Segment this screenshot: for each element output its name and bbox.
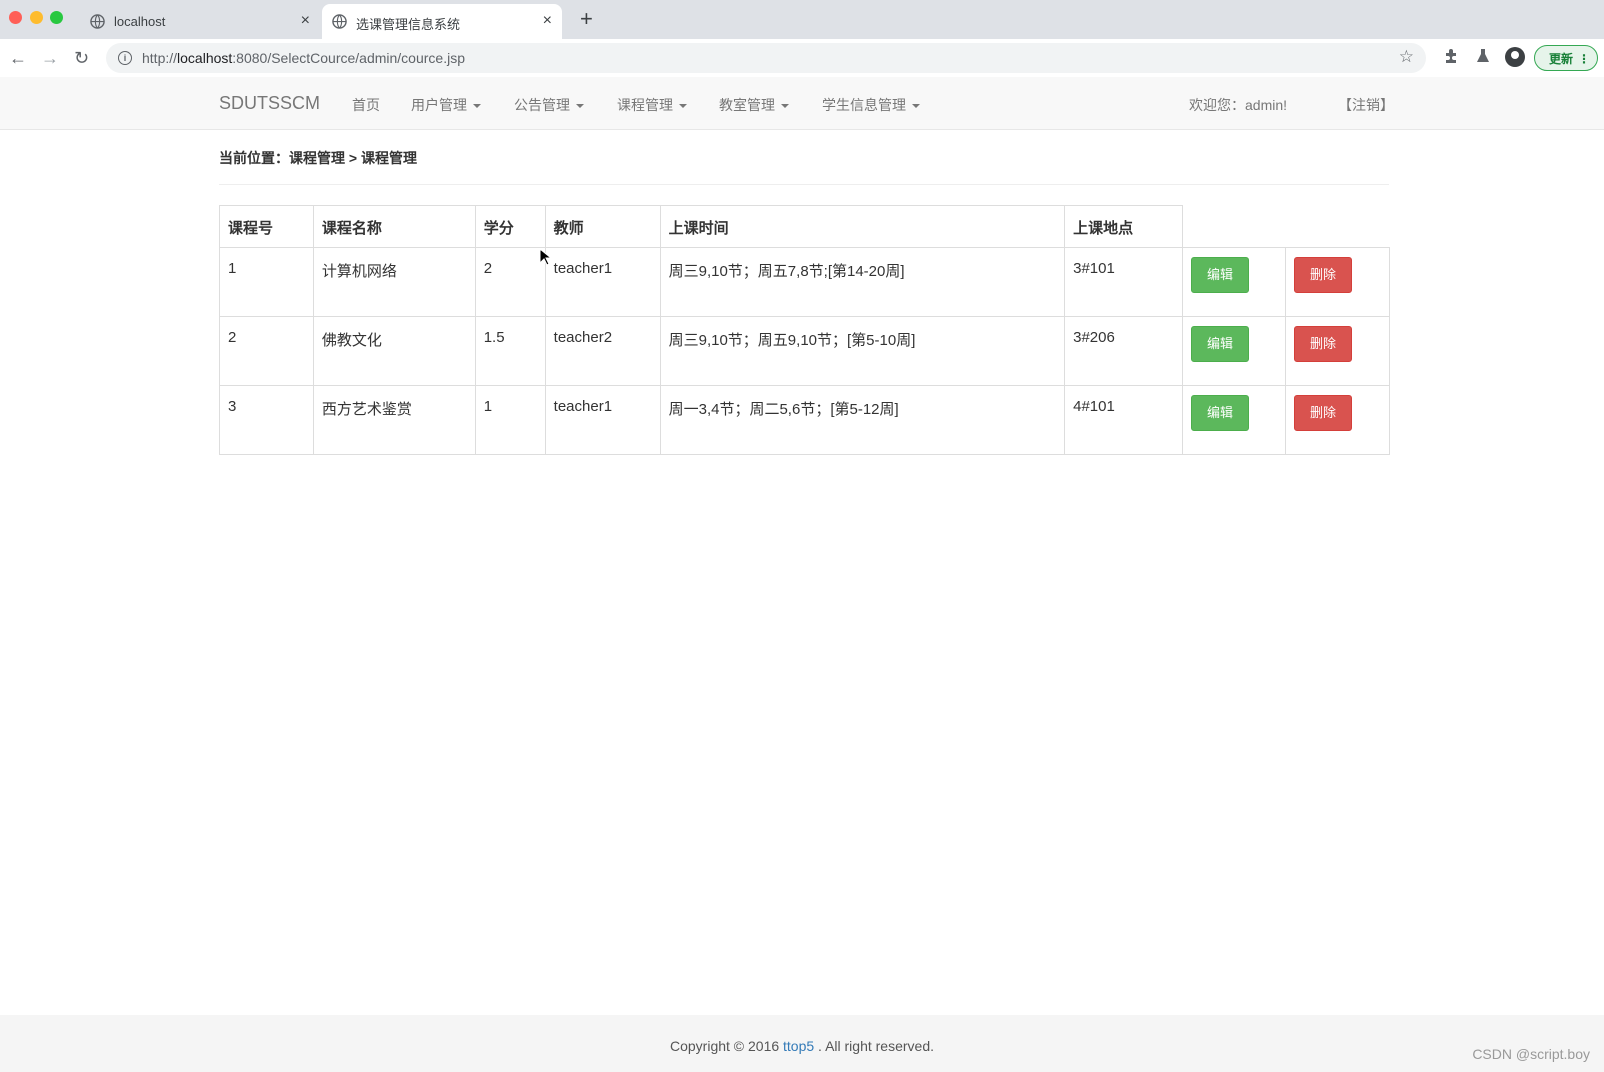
new-tab-icon[interactable]: + (580, 7, 593, 31)
nav-student-management[interactable]: 学生信息管理 (822, 95, 920, 115)
browser-tabstrip: localhost × 选课管理信息系统 × + (0, 0, 1604, 39)
cell-credit: 1.5 (474, 316, 546, 386)
caret-down-icon (576, 104, 584, 109)
cell-time: 周三9,10节；周五9,10节；[第5-10周] (659, 316, 1066, 386)
col-credit: 学分 (474, 205, 546, 248)
table-header-row: 课程号 课程名称 学分 教师 上课时间 上课地点 (219, 205, 1390, 248)
col-course-id: 课程号 (219, 205, 314, 248)
close-tab-icon[interactable]: × (543, 11, 552, 31)
close-tab-icon[interactable]: × (301, 11, 310, 31)
tab-title: 选课管理信息系统 (356, 17, 461, 32)
cell-course-id: 2 (219, 316, 314, 386)
col-course-name: 课程名称 (312, 205, 476, 248)
cell-time: 周三9,10节；周五7,8节;[第14-20周] (659, 247, 1066, 317)
nav-course-management[interactable]: 课程管理 (617, 95, 687, 115)
cell-course-name: 计算机网络 (312, 247, 476, 317)
cell-place: 3#206 (1064, 316, 1184, 386)
mouse-cursor-icon (539, 248, 551, 266)
cell-edit: 编辑 (1182, 247, 1286, 317)
col-edit (1182, 205, 1286, 248)
bookmark-star-icon[interactable]: ☆ (1399, 47, 1414, 67)
cell-course-id: 3 (219, 385, 314, 455)
nav-home[interactable]: 首页 (352, 95, 380, 115)
author-link[interactable]: ttop5 (783, 1038, 814, 1054)
cell-teacher: teacher1 (544, 247, 661, 317)
labs-flask-icon[interactable] (1476, 48, 1490, 64)
close-window-icon[interactable] (9, 11, 22, 24)
cell-delete: 删除 (1284, 385, 1391, 455)
cell-course-name: 西方艺术鉴赏 (312, 385, 476, 455)
cell-course-name: 佛教文化 (312, 316, 476, 386)
watermark-text: CSDN @script.boy (1472, 1046, 1590, 1062)
edit-button[interactable]: 编辑 (1191, 395, 1250, 431)
minimize-window-icon[interactable] (30, 11, 43, 24)
caret-down-icon (912, 104, 920, 109)
forward-arrow-icon[interactable]: → (41, 46, 59, 70)
cell-course-id: 1 (219, 247, 314, 317)
update-button[interactable]: 更新 ⋮ (1534, 45, 1598, 71)
url-text[interactable]: http://localhost:8080/SelectCource/admin… (142, 50, 465, 66)
delete-button[interactable]: 删除 (1293, 326, 1352, 362)
delete-button[interactable]: 删除 (1293, 257, 1352, 293)
browser-toolbar: ← → ↻ i http://localhost:8080/SelectCour… (0, 39, 1604, 78)
divider (219, 184, 1389, 185)
cell-credit: 2 (474, 247, 546, 317)
nav-notice-management[interactable]: 公告管理 (514, 95, 584, 115)
cell-time: 周一3,4节；周二5,6节；[第5-12周] (659, 385, 1066, 455)
globe-icon (332, 14, 347, 29)
browser-tab-localhost[interactable]: localhost × (80, 4, 320, 39)
cell-edit: 编辑 (1182, 385, 1286, 455)
site-navbar: SDUTSSCM 首页 用户管理 公告管理 课程管理 教室管理 学生信息管理 欢… (0, 77, 1604, 130)
more-vert-icon[interactable]: ⋮ (1578, 46, 1590, 72)
cell-edit: 编辑 (1182, 316, 1286, 386)
tab-title: localhost (114, 14, 166, 29)
site-info-icon[interactable]: i (118, 51, 132, 65)
address-bar[interactable]: i http://localhost:8080/SelectCource/adm… (106, 43, 1426, 73)
reload-icon[interactable]: ↻ (74, 46, 89, 70)
maximize-window-icon[interactable] (50, 11, 63, 24)
cell-credit: 1 (474, 385, 546, 455)
delete-button[interactable]: 删除 (1293, 395, 1352, 431)
col-delete (1285, 205, 1390, 248)
profile-avatar-icon[interactable] (1505, 47, 1525, 67)
copyright-text: Copyright © 2016 ttop5 . All right reser… (669, 1038, 934, 1054)
table-row: 2 佛教文化 1.5 teacher2 周三9,10节；周五9,10节；[第5-… (219, 316, 1391, 386)
table-row: 3 西方艺术鉴赏 1 teacher1 周一3,4节；周二5,6节；[第5-12… (219, 385, 1391, 455)
cell-teacher: teacher1 (544, 385, 661, 455)
nav-classroom-management[interactable]: 教室管理 (719, 95, 789, 115)
caret-down-icon (473, 104, 481, 109)
cell-delete: 删除 (1284, 316, 1391, 386)
breadcrumb: 当前位置：课程管理 > 课程管理 (219, 150, 417, 166)
col-time: 上课时间 (659, 205, 1066, 248)
browser-tab-active[interactable]: 选课管理信息系统 × (322, 4, 562, 39)
cell-place: 4#101 (1064, 385, 1184, 455)
caret-down-icon (781, 104, 789, 109)
cell-delete: 删除 (1284, 247, 1391, 317)
nav-user-management[interactable]: 用户管理 (411, 95, 481, 115)
extensions-puzzle-icon[interactable] (1443, 48, 1459, 64)
logout-link[interactable]: 【注销】 (1338, 95, 1394, 115)
table-row: 1 计算机网络 2 teacher1 周三9,10节；周五7,8节;[第14-2… (219, 247, 1391, 317)
back-arrow-icon[interactable]: ← (9, 46, 27, 70)
col-place: 上课地点 (1064, 205, 1184, 248)
brand-logo[interactable]: SDUTSSCM (219, 93, 320, 114)
edit-button[interactable]: 编辑 (1191, 257, 1250, 293)
col-teacher: 教师 (544, 205, 661, 248)
caret-down-icon (679, 104, 687, 109)
edit-button[interactable]: 编辑 (1191, 326, 1250, 362)
page-footer: Copyright © 2016 ttop5 . All right reser… (0, 1015, 1604, 1072)
course-table: 课程号 课程名称 学分 教师 上课时间 上课地点 1 计算机网络 2 teach… (219, 205, 1391, 455)
welcome-text: 欢迎您：admin! (1189, 97, 1288, 113)
globe-icon (90, 14, 105, 29)
cell-place: 3#101 (1064, 247, 1184, 317)
cell-teacher: teacher2 (544, 316, 661, 386)
